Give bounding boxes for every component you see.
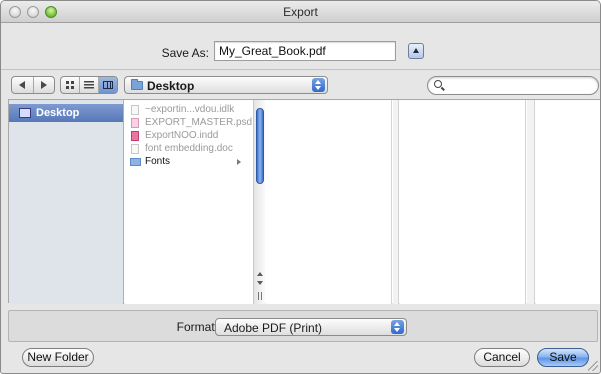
browser-toolbar: Desktop	[1, 75, 600, 97]
forward-button[interactable]	[34, 77, 55, 93]
title-bar: Export	[1, 1, 600, 23]
forward-arrow-icon	[40, 81, 47, 89]
document-icon	[131, 105, 139, 115]
document-icon	[131, 144, 139, 154]
sidebar-item-desktop[interactable]: Desktop	[9, 104, 123, 122]
sidebar-item-label: Desktop	[36, 107, 80, 119]
back-forward-control	[11, 76, 55, 94]
file-row[interactable]: ExportNOO.indd	[125, 130, 245, 143]
back-button[interactable]	[12, 77, 34, 93]
popup-arrows-icon	[312, 78, 325, 92]
chevron-right-icon	[237, 159, 241, 165]
column-resize-handle[interactable]	[258, 292, 262, 300]
collapse-dialog-button[interactable]	[408, 43, 424, 59]
view-mode-control	[60, 76, 118, 94]
search-field[interactable]	[427, 76, 599, 95]
window-title: Export	[283, 5, 318, 19]
list-view-icon	[84, 81, 94, 89]
column-scrollbar[interactable]	[253, 100, 265, 304]
file-column: ~exportin...vdou.idlk EXPORT_MASTER.psd …	[125, 100, 265, 304]
column-divider	[527, 100, 535, 304]
divider	[1, 69, 600, 70]
location-label: Desktop	[147, 79, 195, 93]
resize-grip-icon[interactable]	[588, 361, 598, 371]
save-as-row: Save As:	[1, 41, 600, 63]
empty-column	[400, 100, 526, 304]
indesign-document-icon	[131, 131, 139, 141]
scroll-down-arrow-icon[interactable]	[257, 281, 263, 285]
export-dialog: Export Save As: Desktop	[0, 0, 601, 374]
column-view-button[interactable]	[99, 77, 117, 93]
file-name: Fonts	[145, 156, 171, 167]
column-divider	[393, 100, 399, 304]
file-row[interactable]: EXPORT_MASTER.psd	[125, 117, 252, 130]
popup-arrows-icon	[391, 320, 404, 334]
back-arrow-icon	[19, 81, 26, 89]
format-popup[interactable]: Adobe PDF (Print)	[215, 318, 407, 336]
icon-view-icon	[66, 81, 74, 89]
save-as-input[interactable]	[214, 41, 396, 61]
location-popup[interactable]: Desktop	[124, 76, 328, 94]
scrollbar-thumb[interactable]	[256, 108, 264, 184]
file-row[interactable]: ~exportin...vdou.idlk	[125, 104, 245, 117]
empty-column	[266, 100, 392, 304]
format-value: Adobe PDF (Print)	[224, 321, 323, 335]
empty-column	[536, 100, 600, 304]
folder-icon	[131, 79, 143, 90]
list-view-button[interactable]	[80, 77, 99, 93]
search-icon	[434, 80, 442, 88]
format-accessory-bar: Format: Adobe PDF (Print)	[8, 310, 598, 342]
folder-row-fonts[interactable]: Fonts	[125, 156, 245, 169]
psd-document-icon	[131, 118, 139, 128]
format-label: Format:	[176, 320, 218, 334]
icon-view-button[interactable]	[61, 77, 80, 93]
scroll-up-arrow-icon[interactable]	[257, 272, 263, 276]
save-button[interactable]: Save	[537, 348, 589, 367]
cancel-button[interactable]: Cancel	[474, 348, 530, 367]
new-folder-button[interactable]: New Folder	[22, 348, 94, 367]
sidebar: Desktop	[9, 100, 124, 304]
desktop-icon	[19, 108, 31, 118]
file-name: ExportNOO.indd	[145, 130, 219, 141]
file-name: font embedding.doc	[145, 143, 233, 154]
save-as-label: Save As:	[161, 46, 209, 60]
file-name: EXPORT_MASTER.psd	[145, 117, 253, 128]
folder-icon	[130, 158, 141, 166]
file-row[interactable]: font embedding.doc	[125, 143, 245, 156]
column-view-icon	[103, 81, 113, 89]
file-browser: Desktop ~exportin...vdou.idlk EXPORT_MAS…	[8, 99, 600, 304]
file-name: ~exportin...vdou.idlk	[145, 104, 235, 115]
